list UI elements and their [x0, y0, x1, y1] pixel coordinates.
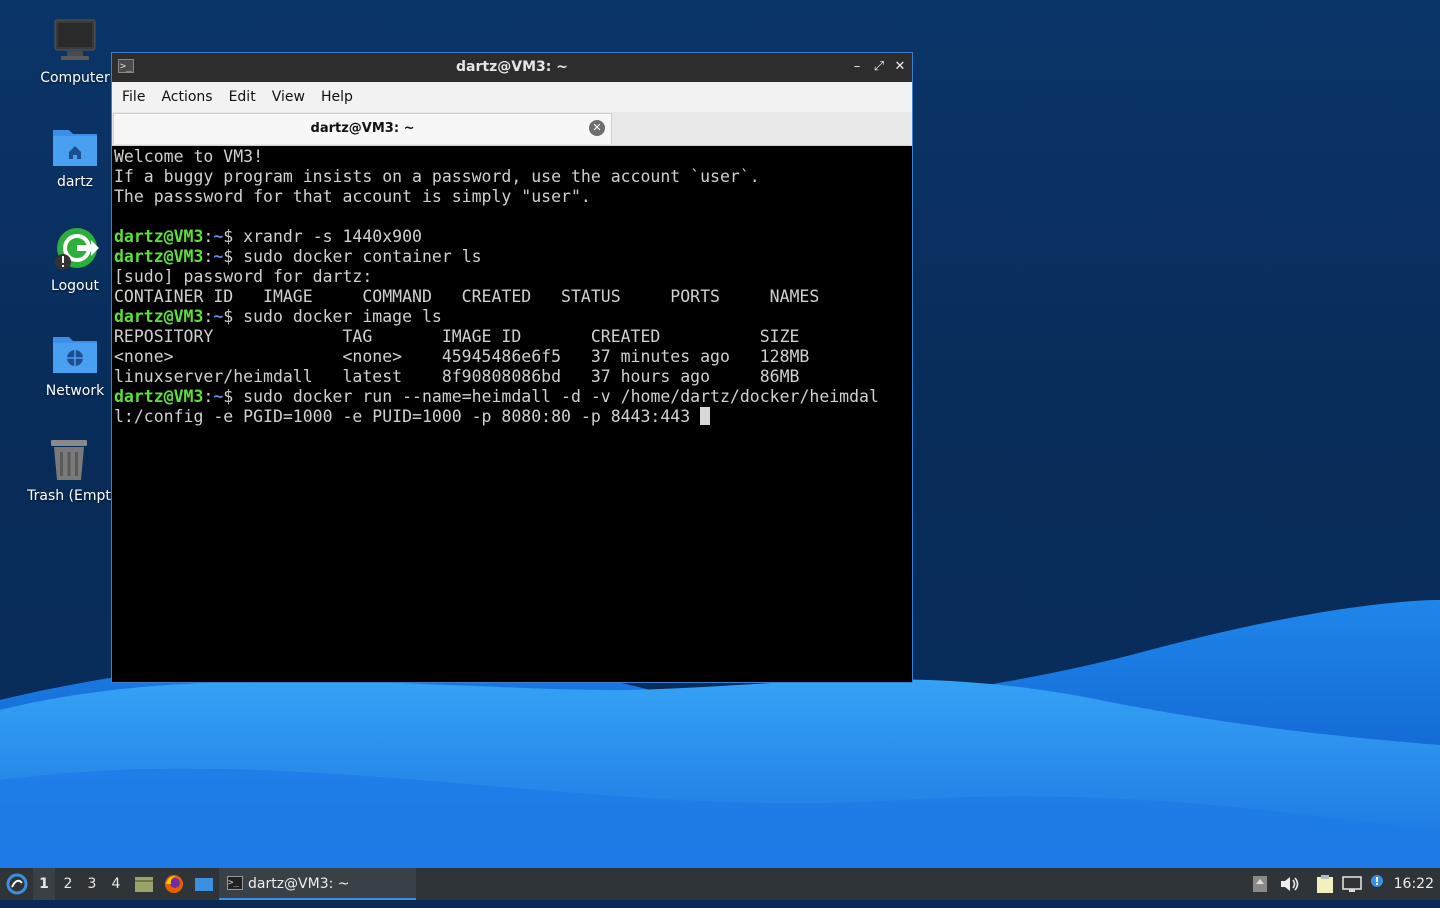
menu-edit[interactable]: Edit: [221, 89, 264, 105]
terminal-line: CONTAINER ID IMAGE COMMAND CREATED STATU…: [114, 287, 820, 306]
prompt-symbol: $: [223, 227, 244, 246]
command-text: sudo docker run --name=heimdall -d -v /h…: [243, 387, 879, 406]
volume-control[interactable]: [1277, 868, 1301, 900]
clipboard-icon: [1317, 875, 1333, 893]
menu-file[interactable]: File: [114, 89, 153, 105]
computer-icon: [51, 18, 99, 66]
command-text: sudo docker container ls: [243, 247, 482, 266]
workspace-1[interactable]: 1: [33, 868, 55, 900]
prompt-symbol: $: [223, 247, 244, 266]
command-text: sudo docker image ls: [243, 307, 442, 326]
updates-icon: [1253, 876, 1267, 892]
workspace-2[interactable]: 2: [57, 868, 79, 900]
terminal-line: linuxserver/heimdall latest 8f90808086bd…: [114, 367, 800, 386]
file-manager-launcher[interactable]: [132, 868, 156, 900]
desktop: Computer dartz Logout Network Trash (Emp…: [0, 0, 1440, 868]
prompt-symbol: $: [223, 387, 244, 406]
logout-icon: [51, 226, 99, 274]
terminal-line: The passsword for that account is simply…: [114, 187, 591, 206]
firefox-launcher[interactable]: [162, 868, 186, 900]
text-cursor: [700, 407, 711, 425]
show-desktop-button[interactable]: [192, 868, 216, 900]
prompt-symbol: $: [223, 307, 244, 326]
taskbar-item-terminal[interactable]: >_ dartz@VM3: ~: [219, 868, 416, 900]
prompt-path: ~: [213, 227, 224, 246]
tray-clipboard[interactable]: [1313, 868, 1337, 900]
tab-title: dartz@VM3: ~: [310, 121, 415, 136]
terminal-output[interactable]: Welcome to VM3! If a buggy program insist…: [114, 147, 910, 680]
menu-view[interactable]: View: [264, 89, 313, 105]
title-bar[interactable]: >_ dartz@VM3: ~ – ⤢ ✕: [112, 53, 912, 82]
home-folder-icon: [51, 122, 99, 170]
prompt-path: ~: [213, 307, 224, 326]
terminal-line: dartz@VM3:~$ xrandr -s 1440x900: [114, 227, 910, 247]
app-menu-button[interactable]: [4, 868, 30, 900]
lxqt-logo-icon: [6, 873, 28, 895]
volume-icon: [1281, 877, 1299, 891]
terminal-line: dartz@VM3:~$ sudo docker run --name=heim…: [114, 387, 910, 407]
prompt-separator: :: [203, 307, 214, 326]
clock[interactable]: 16:22: [1394, 868, 1434, 900]
terminal-tab[interactable]: dartz@VM3: ~ ✕: [113, 113, 612, 144]
network-icon: [1342, 876, 1362, 892]
prompt-separator: :: [203, 227, 214, 246]
prompt-user: dartz@VM3: [114, 227, 204, 246]
terminal-line: <none> <none> 45945486e6f5 37 minutes ag…: [114, 347, 810, 366]
prompt-path: ~: [213, 247, 224, 266]
maximize-button[interactable]: ⤢: [870, 58, 888, 76]
taskbar-item-label: dartz@VM3: ~: [248, 876, 350, 892]
file-manager-icon: [135, 877, 153, 892]
menu-actions[interactable]: Actions: [153, 89, 220, 105]
desktop-icon-label: Trash (Empt: [27, 488, 111, 504]
notification-icon: [1371, 875, 1383, 887]
terminal-line: REPOSITORY TAG IMAGE ID CREATED SIZE: [114, 327, 800, 346]
tray-notifications[interactable]: [1366, 868, 1388, 900]
terminal-window[interactable]: >_ dartz@VM3: ~ – ⤢ ✕ File Actions Edit …: [111, 52, 913, 683]
desktop-icon-trash[interactable]: Trash (Empt: [14, 436, 124, 504]
desktop-icon: [195, 878, 213, 891]
terminal-line: l:/config -e PGID=1000 -e PUID=1000 -p 8…: [114, 407, 910, 427]
prompt-separator: :: [203, 247, 214, 266]
workspace-3[interactable]: 3: [81, 868, 103, 900]
menu-bar: File Actions Edit View Help: [112, 82, 912, 112]
firefox-icon: [165, 875, 183, 893]
close-button[interactable]: ✕: [891, 58, 909, 76]
tab-close-icon[interactable]: ✕: [589, 120, 605, 136]
network-folder-icon: [51, 331, 99, 379]
tray-updates[interactable]: [1250, 868, 1270, 900]
terminal-icon: >_: [227, 876, 243, 890]
tray-network[interactable]: [1340, 868, 1364, 900]
command-text: xrandr -s 1440x900: [243, 227, 422, 246]
terminal-line: If a buggy program insists on a password…: [114, 167, 760, 186]
prompt-user: dartz@VM3: [114, 387, 204, 406]
terminal-line: dartz@VM3:~$ sudo docker container ls: [114, 247, 910, 267]
terminal-line: Welcome to VM3!: [114, 147, 264, 166]
prompt-separator: :: [203, 387, 214, 406]
prompt-user: dartz@VM3: [114, 307, 204, 326]
prompt-user: dartz@VM3: [114, 247, 204, 266]
terminal-line: [sudo] password for dartz:: [114, 267, 373, 286]
workspace-4[interactable]: 4: [105, 868, 127, 900]
terminal-line: dartz@VM3:~$ sudo docker image ls: [114, 307, 910, 327]
prompt-path: ~: [213, 387, 224, 406]
minimize-button[interactable]: –: [848, 58, 866, 76]
trash-icon: [45, 436, 93, 484]
window-title: dartz@VM3: ~: [456, 59, 568, 75]
tab-bar: dartz@VM3: ~ ✕: [112, 112, 912, 146]
taskbar: 1 2 3 4 >_ dartz@VM3: ~ 16:22: [0, 868, 1440, 900]
menu-help[interactable]: Help: [313, 89, 361, 105]
